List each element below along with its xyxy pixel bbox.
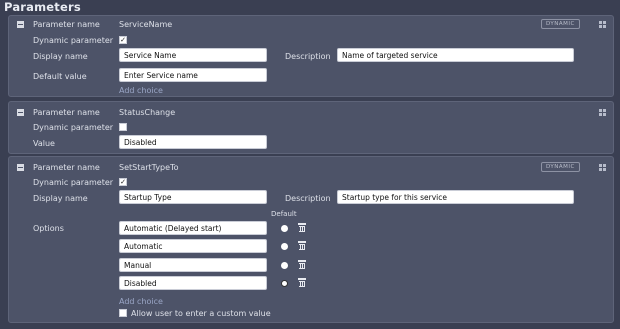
dynamic-parameter-label: Dynamic parameter [33, 36, 114, 45]
parameter-panel-setstarttypeto: Parameter name SetStartTypeTo DYNAMIC Dy… [8, 156, 614, 323]
default-radio[interactable] [281, 243, 288, 250]
collapse-icon[interactable] [17, 164, 24, 171]
add-choice-link[interactable]: Add choice [119, 86, 163, 95]
trash-icon[interactable] [298, 260, 306, 269]
allow-custom-checkbox[interactable] [119, 309, 127, 317]
dynamic-badge: DYNAMIC [541, 162, 580, 172]
parameter-name-label: Parameter name [33, 108, 100, 117]
default-radio[interactable] [281, 225, 288, 232]
default-value-label: Default value [33, 72, 87, 81]
description-input[interactable]: Startup type for this service [337, 190, 574, 204]
parameter-name-label: Parameter name [33, 20, 100, 29]
trash-icon[interactable] [298, 241, 306, 250]
dynamic-parameter-checkbox[interactable]: ✓ [119, 178, 127, 186]
dynamic-parameter-checkbox[interactable]: ✓ [119, 36, 127, 44]
option-input[interactable]: Automatic (Delayed start) [119, 221, 267, 235]
dynamic-parameter-label: Dynamic parameter [33, 123, 114, 132]
default-column-label: Default [271, 210, 297, 218]
dynamic-parameter-checkbox[interactable] [119, 123, 127, 131]
dynamic-badge: DYNAMIC [541, 19, 580, 29]
option-input[interactable]: Manual [119, 258, 267, 272]
value-input[interactable]: Disabled [119, 135, 267, 149]
display-name-label: Display name [33, 194, 88, 203]
parameter-panel-statuschange: Parameter name StatusChange Dynamic para… [8, 101, 614, 154]
display-name-label: Display name [33, 52, 88, 61]
drag-handle-icon[interactable] [599, 109, 606, 116]
add-choice-link[interactable]: Add choice [119, 297, 163, 306]
parameter-name-label: Parameter name [33, 163, 100, 172]
description-input[interactable]: Name of targeted service [337, 48, 574, 62]
option-input[interactable]: Automatic [119, 239, 267, 253]
dynamic-parameter-label: Dynamic parameter [33, 178, 114, 187]
display-name-input[interactable]: Service Name [119, 48, 267, 62]
default-value-input[interactable]: Enter Service name [119, 68, 267, 82]
collapse-icon[interactable] [17, 21, 24, 28]
allow-custom-label: Allow user to enter a custom value [131, 309, 271, 318]
page-title: Parameters [4, 0, 81, 14]
description-label: Description [285, 194, 331, 203]
default-radio[interactable] [281, 262, 288, 269]
display-name-input[interactable]: Startup Type [119, 190, 267, 204]
parameter-name-value: SetStartTypeTo [119, 163, 179, 172]
value-label: Value [33, 139, 55, 148]
option-input[interactable]: Disabled [119, 276, 267, 290]
description-label: Description [285, 52, 331, 61]
trash-icon[interactable] [298, 223, 306, 232]
collapse-icon[interactable] [17, 109, 24, 116]
parameter-panel-servicename: Parameter name ServiceName DYNAMIC Dynam… [8, 15, 614, 97]
drag-handle-icon[interactable] [599, 21, 606, 28]
parameter-name-value: ServiceName [119, 20, 173, 29]
default-radio-selected[interactable] [281, 280, 288, 287]
options-label: Options [33, 224, 64, 233]
trash-icon[interactable] [298, 278, 306, 287]
drag-handle-icon[interactable] [599, 164, 606, 171]
parameter-name-value: StatusChange [119, 108, 176, 117]
